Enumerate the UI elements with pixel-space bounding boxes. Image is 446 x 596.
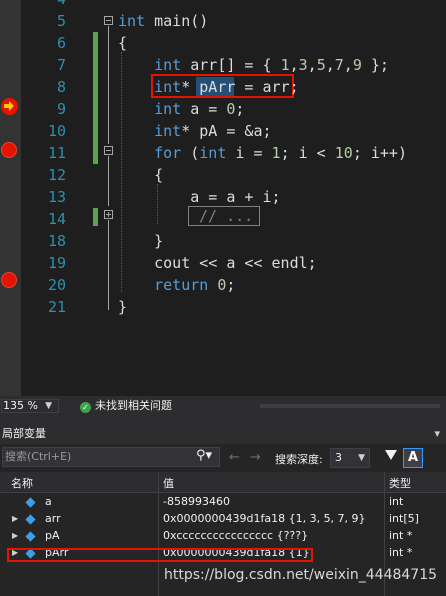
variable-name: pA [45, 529, 60, 542]
variable-type: int * [389, 546, 413, 559]
code-line-20[interactable]: return 0; [118, 274, 235, 296]
expand-arrow-icon[interactable]: ▶ [12, 511, 18, 527]
code-line-19[interactable]: cout << a << endl; [118, 252, 317, 274]
arrow-right-icon[interactable]: → [250, 450, 261, 465]
line-number: 7 [56, 56, 66, 74]
search-icon[interactable]: ⚲▾ [196, 448, 212, 463]
code-line-6[interactable]: { [118, 32, 127, 54]
variable-type: int[5] [389, 512, 419, 525]
line-number: 19 [47, 254, 66, 272]
code-line-21[interactable]: } [118, 296, 127, 318]
panel-title-bar: 局部变量 ▾ [0, 416, 446, 444]
code-line-10[interactable]: int* pA = &a; [118, 120, 271, 142]
line-number: 10 [47, 122, 66, 140]
breakpoint-icon[interactable] [1, 142, 17, 158]
code-line-12[interactable]: { [118, 164, 163, 186]
expand-arrow-icon[interactable]: ▶ [12, 528, 18, 544]
highlight-box-parr-row [7, 548, 313, 562]
search-depth-value: 3 [335, 451, 342, 464]
outline-line [108, 220, 109, 310]
search-toolbar: 搜索(Ctrl+E) ⚲▾ ← → 搜索深度: 3 ▼ A [0, 444, 446, 472]
issues-indicator[interactable]: ✓ 未找到相关问题 [80, 399, 172, 413]
search-depth-label: 搜索深度: [275, 453, 323, 466]
arrow-left-icon[interactable]: ← [229, 450, 240, 465]
code-line-11[interactable]: for (int i = 1; i < 10; i++) [118, 142, 407, 164]
chevron-down-icon: ▼ [358, 453, 365, 463]
table-row[interactable]: ▶ arr 0x0000000439d1fa18 {1, 3, 5, 7, 9}… [0, 511, 446, 527]
code-line-18[interactable]: } [118, 230, 163, 252]
variable-name: a [45, 495, 52, 508]
check-icon: ✓ [80, 402, 91, 413]
horizontal-scrollbar[interactable] [260, 404, 440, 408]
line-number: 6 [56, 34, 66, 52]
collapse-icon[interactable] [104, 16, 113, 25]
issues-text: 未找到相关问题 [95, 399, 172, 412]
column-header-name[interactable]: 名称 [11, 475, 33, 491]
chevron-down-icon: ▼ [45, 401, 52, 411]
variable-name: arr [45, 512, 61, 525]
variable-value[interactable]: 0xcccccccccccccccc {???} [163, 528, 383, 544]
code-line-13[interactable]: a = a + i; [118, 186, 280, 208]
breakpoint-icon[interactable] [1, 272, 17, 288]
line-number: 13 [47, 188, 66, 206]
code-editor[interactable]: 4 5 6 7 8 9 10 11 12 13 14 18 19 20 21 i… [0, 0, 446, 396]
code-line-8[interactable]: int* pArr = arr; [118, 76, 299, 98]
case-sensitive-toggle[interactable]: A [403, 448, 423, 468]
code-line-7[interactable]: int arr[] = { 1,3,5,7,9 }; [118, 54, 389, 76]
table-row[interactable]: a -858993460 int [0, 494, 446, 510]
line-number: 20 [47, 276, 66, 294]
expand-icon[interactable] [104, 210, 113, 219]
column-header-value[interactable]: 值 [163, 475, 174, 491]
variable-type: int * [389, 529, 413, 542]
collapsed-region[interactable]: // ... [188, 206, 260, 226]
editor-status-bar: 135 % ▼ ✓ 未找到相关问题 [0, 396, 446, 416]
variable-icon [25, 497, 36, 508]
variable-icon [25, 531, 36, 542]
line-number: 21 [47, 298, 66, 316]
line-number: 9 [56, 100, 66, 118]
outline-line [108, 156, 109, 206]
line-number: 4 [38, 0, 66, 10]
collapse-icon[interactable] [104, 146, 113, 155]
variable-value[interactable]: 0x0000000439d1fa18 {1, 3, 5, 7, 9} [163, 511, 383, 527]
variable-value[interactable]: -858993460 [163, 494, 383, 510]
variable-icon [25, 514, 36, 525]
line-number: 8 [56, 78, 66, 96]
line-number: 14 [47, 210, 66, 228]
zoom-dropdown[interactable]: 135 % ▼ [1, 399, 59, 413]
zoom-value: 135 % [3, 399, 38, 412]
variable-type: int [389, 495, 404, 508]
change-indicator [93, 32, 98, 164]
search-depth-select[interactable]: 3 ▼ [330, 448, 370, 468]
line-number: 5 [56, 12, 66, 30]
search-input[interactable]: 搜索(Ctrl+E) [2, 447, 220, 467]
current-statement-arrow-icon[interactable] [1, 98, 18, 115]
panel-title: 局部变量 [2, 427, 46, 440]
column-header-type[interactable]: 类型 [389, 475, 411, 491]
table-header: 名称 值 类型 [0, 472, 446, 493]
breakpoint-margin[interactable] [0, 0, 21, 396]
table-row[interactable]: ▶ pA 0xcccccccccccccccc {???} int * [0, 528, 446, 544]
change-indicator [93, 208, 98, 226]
line-number: 18 [47, 232, 66, 250]
filter-icon[interactable] [385, 450, 397, 460]
outline-line [108, 26, 109, 144]
line-number: 11 [47, 144, 66, 162]
line-number: 12 [47, 166, 66, 184]
watermark: https://blog.csdn.net/weixin_44484715 [164, 567, 438, 583]
code-line-5[interactable]: int main() [118, 10, 208, 32]
code-line-9[interactable]: int a = 0; [118, 98, 244, 120]
